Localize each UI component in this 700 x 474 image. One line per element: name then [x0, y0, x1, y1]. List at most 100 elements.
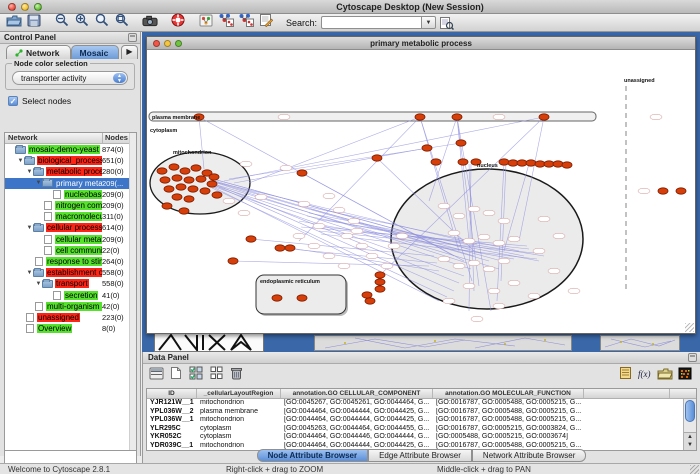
network-node[interactable] [200, 188, 210, 194]
column-header-_cellularLayoutRegion[interactable]: _cellularLayoutRegion [197, 389, 281, 398]
network-node[interactable] [375, 279, 385, 285]
delete-attr-icon[interactable] [227, 365, 245, 382]
tab-edge-attribute-browser[interactable]: Edge Attribute Browser [368, 449, 472, 462]
table-row[interactable]: YPL036W__2plasma membrane[GO:0044464, GO… [147, 408, 696, 417]
zoom-fit-icon[interactable] [94, 13, 110, 28]
table-scroll-arrows[interactable]: ▲▼ [684, 432, 696, 450]
zoom-selected-icon[interactable] [114, 13, 130, 28]
disclosure-triangle-icon[interactable]: ▼ [26, 169, 33, 175]
background-window-overview[interactable] [154, 333, 264, 352]
network-node[interactable] [188, 186, 198, 192]
network-node[interactable] [452, 114, 462, 120]
network-node[interactable] [297, 170, 307, 176]
tree-item-cell-communicat[interactable]: cell communicat22(0) [5, 245, 136, 256]
import-attr-icon[interactable] [616, 365, 634, 382]
disclosure-triangle-icon[interactable]: ▼ [26, 225, 33, 231]
snapshot-icon[interactable] [142, 14, 158, 29]
network-node[interactable] [517, 160, 527, 166]
network-node[interactable] [535, 161, 545, 167]
column-header-empty[interactable] [584, 389, 670, 398]
table-scrollbar[interactable]: ▲▼ [683, 399, 696, 450]
tree-item-secretion[interactable]: secretion41(0) [5, 289, 136, 300]
table-row[interactable]: YKR052Ccytoplasm[GO:0044464, GO:0044446,… [147, 433, 696, 442]
tree-item-multi-organism-pro[interactable]: multi-organism pro42(0) [5, 301, 136, 312]
zoom-button[interactable] [34, 3, 42, 11]
disclosure-triangle-icon[interactable]: ▼ [26, 270, 33, 276]
network-node[interactable] [362, 292, 372, 298]
disclosure-triangle-icon[interactable]: ▼ [17, 158, 24, 164]
search-config-icon[interactable] [438, 15, 454, 30]
window-resize-grip[interactable] [685, 323, 694, 332]
tree-item-nucleobase-[interactable]: nucleobase-209(0) [5, 189, 136, 200]
network-node[interactable] [184, 196, 194, 202]
background-window-strip-1[interactable] [314, 335, 572, 351]
network-node[interactable] [164, 186, 174, 192]
net-zoom-button[interactable] [175, 40, 182, 47]
network-node[interactable] [539, 114, 549, 120]
network-node[interactable] [562, 162, 572, 168]
node-color-combo[interactable]: transporter activity ▲▼ [12, 71, 128, 85]
tree-item-response-to-stimulu[interactable]: response to stimulu264(0) [5, 256, 136, 267]
network-node[interactable] [196, 176, 206, 182]
network-node[interactable] [365, 298, 375, 304]
network-node[interactable] [246, 236, 256, 242]
close-button[interactable] [8, 3, 16, 11]
select-all-icon[interactable] [187, 365, 205, 382]
network-node[interactable] [415, 114, 425, 120]
tree-item-biological-process[interactable]: ▼biological_process651(0) [5, 155, 136, 166]
matrix-icon[interactable] [676, 365, 694, 382]
network-node[interactable] [169, 164, 179, 170]
network-node[interactable] [228, 258, 238, 264]
search-dropdown-icon[interactable]: ▼ [421, 16, 436, 29]
network-node[interactable] [162, 203, 172, 209]
tab-mosaic[interactable]: Mosaic [71, 45, 120, 59]
unselect-all-icon[interactable] [207, 365, 225, 382]
network-node[interactable] [431, 159, 441, 165]
column-header-annotation.GO CELLULAR_COMPONENT[interactable]: annotation.GO CELLULAR_COMPONENT [281, 389, 433, 398]
table-row[interactable]: YPL036W__1mitochondrion[GO:0044464, GO:0… [147, 416, 696, 425]
network-node[interactable] [157, 168, 167, 174]
network-node[interactable] [544, 161, 554, 167]
network-node[interactable] [272, 295, 282, 301]
network-canvas[interactable]: plasma membranecytoplasmmitochondrionnuc… [147, 50, 695, 333]
zoom-out-icon[interactable] [54, 13, 70, 28]
network-node[interactable] [456, 140, 466, 146]
function-icon[interactable]: f(x) [636, 365, 654, 382]
network-node[interactable] [172, 175, 182, 181]
search-input[interactable] [321, 16, 421, 29]
select-nodes-checkbox[interactable]: ✓ [8, 96, 18, 106]
network-edge[interactable] [249, 117, 420, 183]
network-node[interactable] [375, 286, 385, 292]
network-node[interactable] [212, 192, 222, 198]
network-node[interactable] [179, 208, 189, 214]
tree-item-unassigned[interactable]: unassigned223(0) [5, 312, 136, 323]
network-node[interactable] [458, 159, 468, 165]
network-node[interactable] [184, 177, 194, 183]
tree-item-establishment-of-lo[interactable]: ▼establishment of lo558(0) [5, 267, 136, 278]
disclosure-triangle-icon[interactable]: ▼ [35, 180, 42, 186]
column-header-ID[interactable]: ID [147, 389, 197, 398]
network-node[interactable] [297, 295, 307, 301]
network-node[interactable] [176, 184, 186, 190]
tree-item-macromolecule[interactable]: macromolecule311(0) [5, 211, 136, 222]
network-node[interactable] [207, 181, 217, 187]
open-icon[interactable] [6, 13, 22, 28]
network-node[interactable] [658, 188, 668, 194]
network-edge[interactable] [234, 148, 427, 183]
tree-item-mosaic-demo-yeast[interactable]: mosaic-demo-yeast874(0) [5, 144, 136, 155]
float-panel-icon[interactable] [128, 33, 137, 42]
tree-item-primary-metabo[interactable]: ▼primary metabo209(... [5, 178, 136, 189]
tree-item-cellular-metabo[interactable]: cellular metabo209(0) [5, 234, 136, 245]
net-close-button[interactable] [153, 40, 160, 47]
annotation-icon[interactable] [258, 13, 274, 28]
network-node[interactable] [160, 177, 170, 183]
tab-network-attribute-browser[interactable]: Network Attribute Browser [472, 449, 586, 462]
new-attr-icon[interactable] [167, 365, 185, 382]
network-window-titlebar[interactable]: primary metabolic process [147, 37, 695, 50]
network-node[interactable] [553, 161, 563, 167]
network-node[interactable] [191, 165, 201, 171]
tree-item-overview[interactable]: Overview8(0) [5, 323, 136, 334]
table-row[interactable]: YLR295Ccytoplasm[GO:0045263, GO:0044464,… [147, 425, 696, 434]
background-window-strip-2[interactable] [600, 335, 680, 351]
network-node[interactable] [422, 145, 432, 151]
